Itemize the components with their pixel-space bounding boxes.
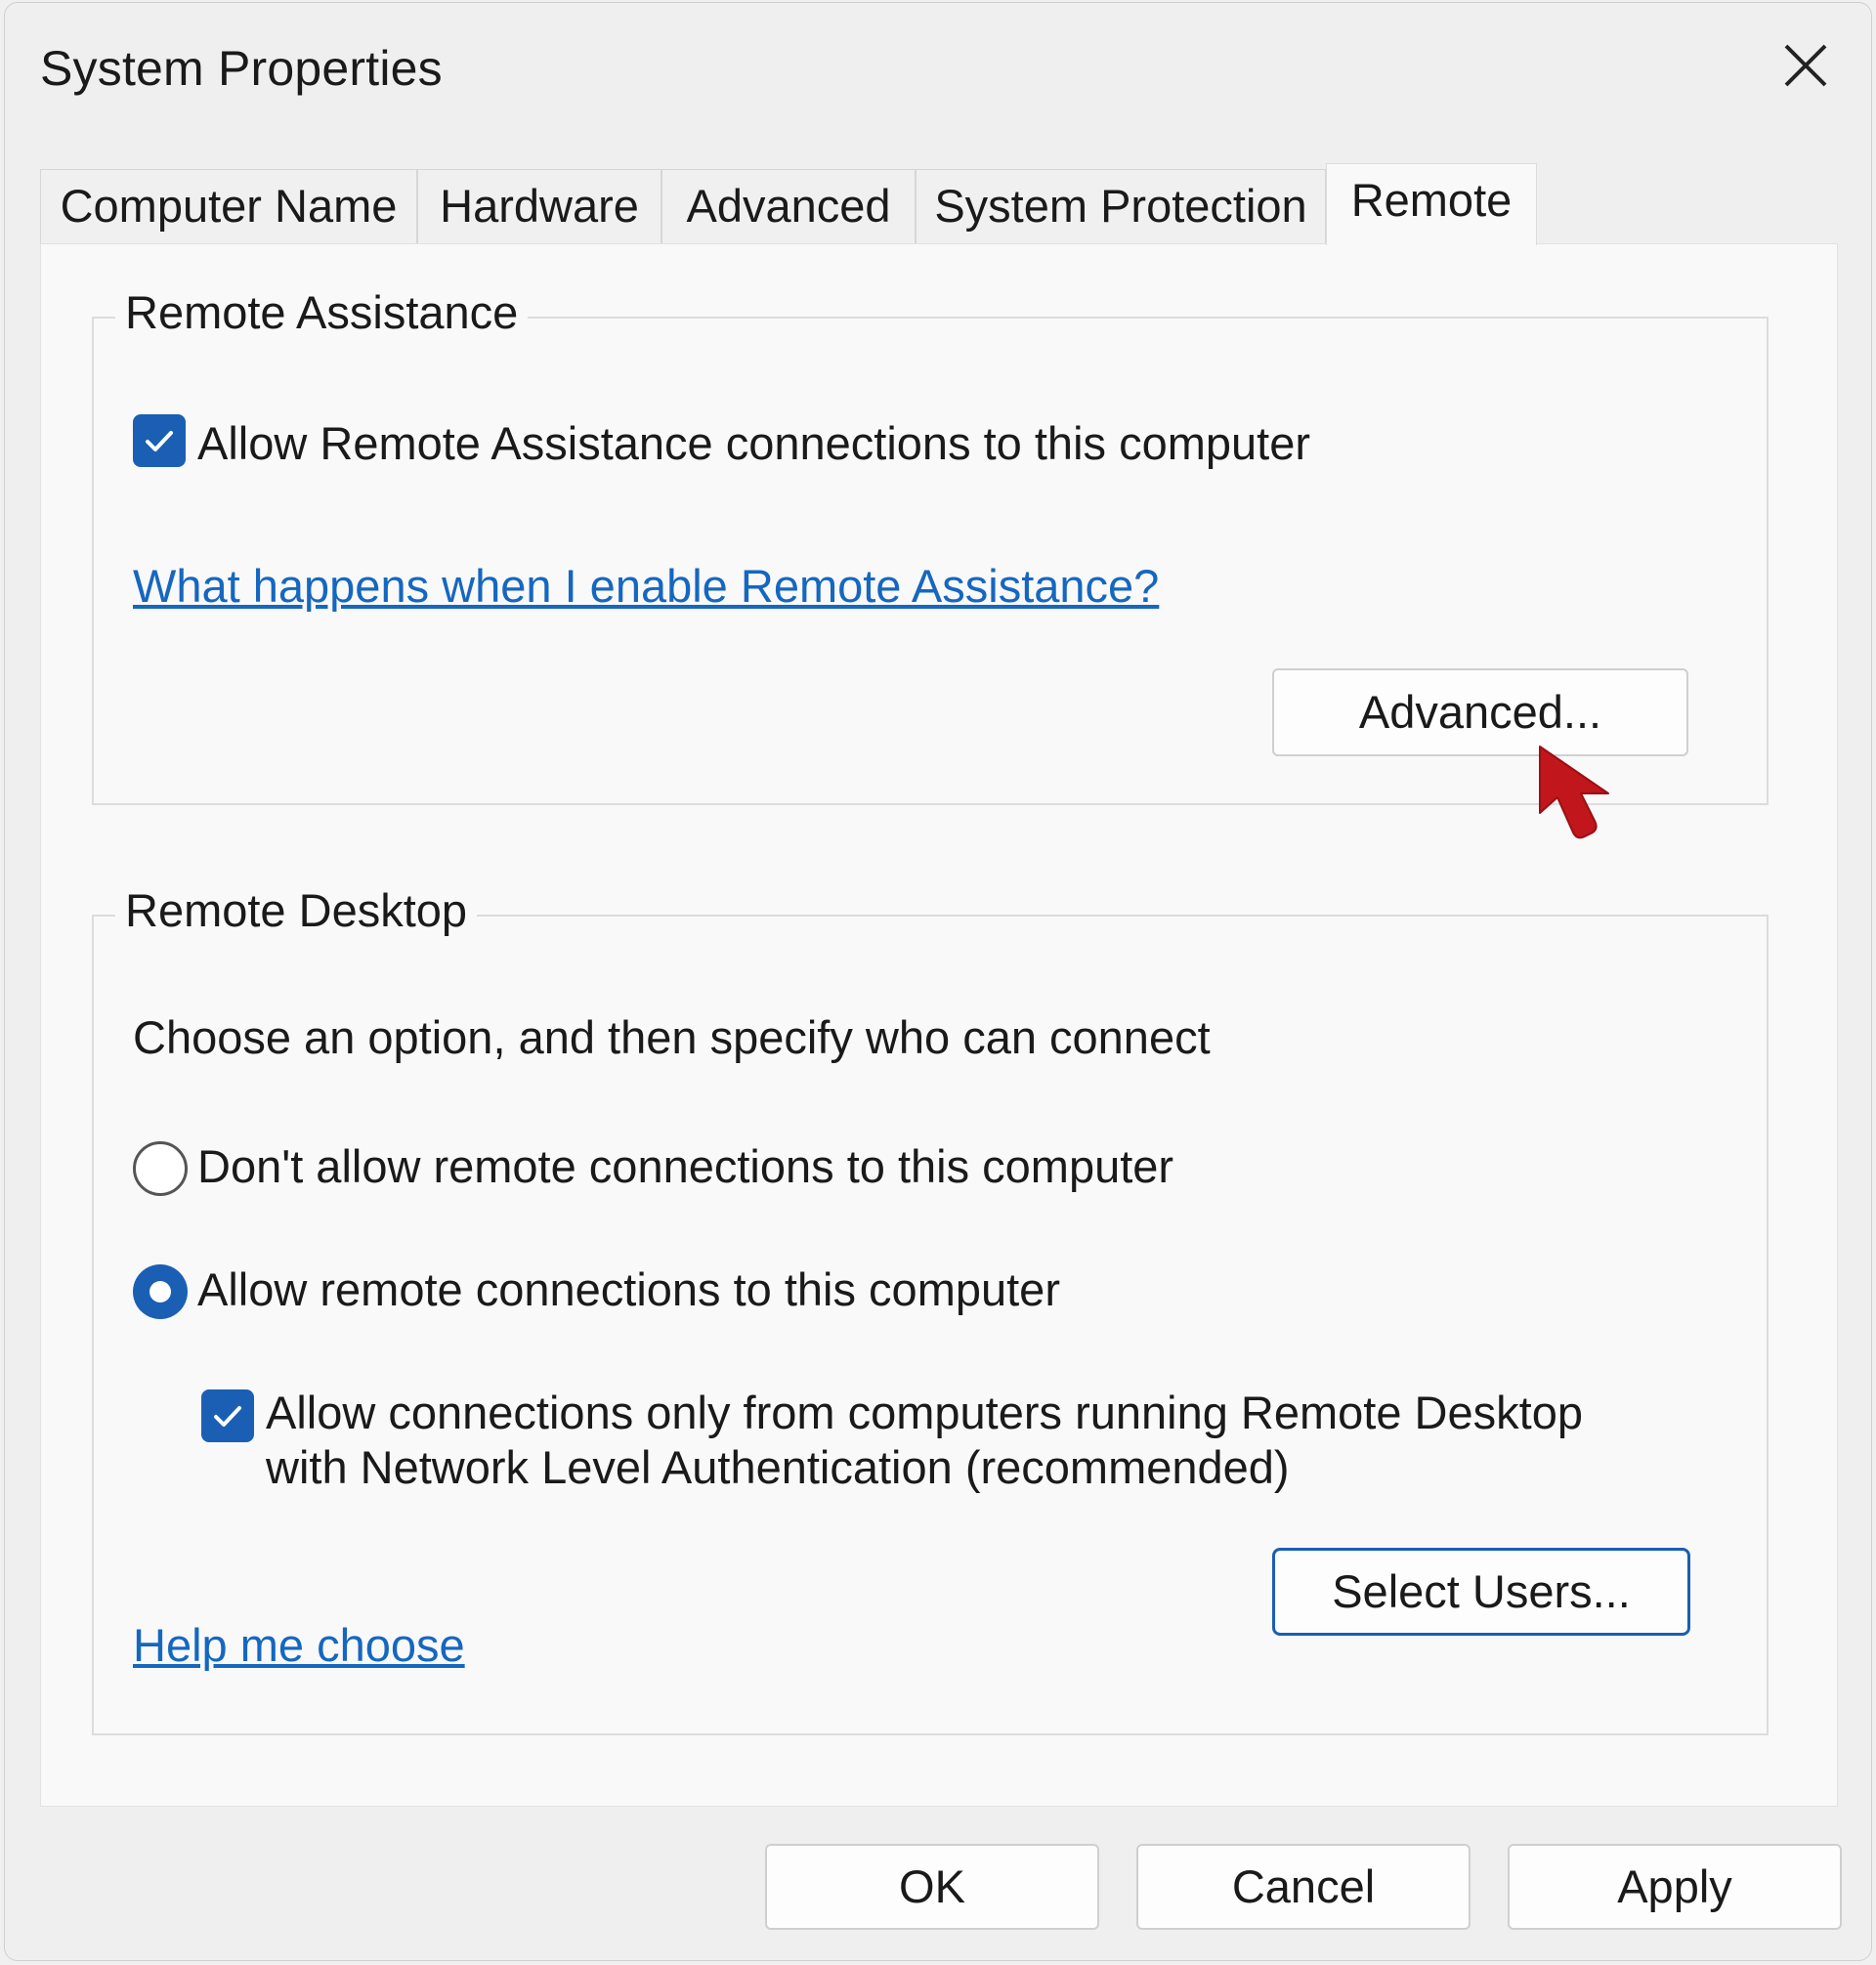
title-bar: System Properties xyxy=(5,3,1871,140)
tab-system-protection[interactable]: System Protection xyxy=(916,169,1326,243)
remote-desktop-group: Remote Desktop Choose an option, and the… xyxy=(92,883,1769,1735)
tab-hardware[interactable]: Hardware xyxy=(417,169,661,243)
dialog-footer: OK Cancel Apply xyxy=(5,1807,1871,1960)
close-icon xyxy=(1784,44,1827,87)
remote-desktop-instruction: Choose an option, and then specify who c… xyxy=(133,1011,1211,1063)
allow-remote-assistance-checkbox[interactable] xyxy=(133,414,186,467)
select-users-button[interactable]: Select Users... xyxy=(1272,1548,1690,1636)
tab-advanced[interactable]: Advanced xyxy=(661,169,916,243)
remote-assistance-group: Remote Assistance Allow Remote Assistanc… xyxy=(92,285,1769,805)
remote-assistance-help-link[interactable]: What happens when I enable Remote Assist… xyxy=(133,559,1159,613)
ok-button[interactable]: OK xyxy=(765,1844,1099,1930)
tab-remote[interactable]: Remote xyxy=(1326,163,1537,245)
tab-panel-remote: Remote Assistance Allow Remote Assistanc… xyxy=(40,243,1838,1807)
cancel-button[interactable]: Cancel xyxy=(1136,1844,1471,1930)
check-icon xyxy=(146,431,173,451)
radio-dont-allow[interactable] xyxy=(133,1141,188,1196)
radio-allow[interactable] xyxy=(133,1264,188,1319)
advanced-button[interactable]: Advanced... xyxy=(1272,668,1688,756)
help-me-choose-link[interactable]: Help me choose xyxy=(133,1618,465,1672)
allow-remote-assistance-label: Allow Remote Assistance connections to t… xyxy=(197,417,1310,469)
remote-desktop-title: Remote Desktop xyxy=(115,883,478,937)
nla-label-line2: with Network Level Authentication (recom… xyxy=(266,1441,1290,1493)
apply-button[interactable]: Apply xyxy=(1508,1844,1842,1930)
tab-computer-name[interactable]: Computer Name xyxy=(40,169,417,243)
check-icon xyxy=(214,1406,241,1427)
close-button[interactable] xyxy=(1778,38,1833,93)
system-properties-window: System Properties Computer Name Hardware… xyxy=(4,2,1872,1961)
nla-checkbox[interactable] xyxy=(201,1389,254,1442)
remote-assistance-title: Remote Assistance xyxy=(115,285,529,339)
nla-label-line1: Allow connections only from computers ru… xyxy=(266,1387,1583,1438)
window-title: System Properties xyxy=(40,41,443,96)
radio-dont-allow-label: Don't allow remote connections to this c… xyxy=(197,1140,1174,1192)
radio-allow-label: Allow remote connections to this compute… xyxy=(197,1263,1060,1315)
